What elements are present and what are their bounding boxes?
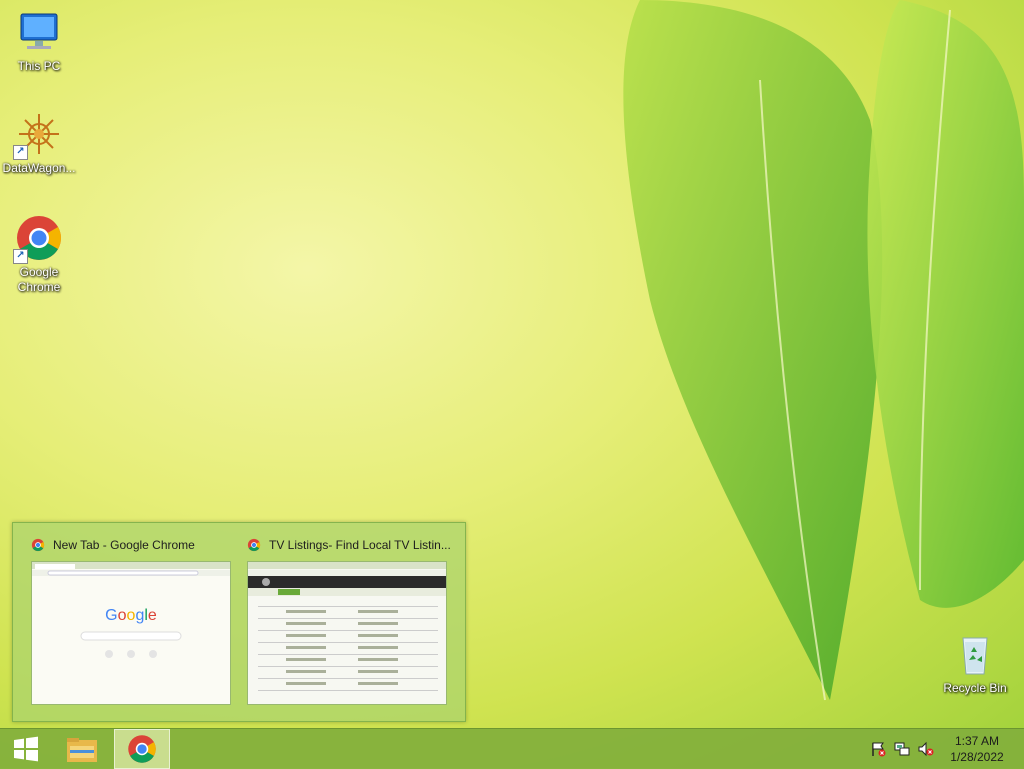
desktop-icon-recycle-bin[interactable]: Recycle Bin [936,630,1014,696]
action-center-flag-icon[interactable] [870,741,886,757]
desktop-icon-label: Google Chrome [17,265,61,294]
start-button[interactable] [0,729,52,769]
taskbar-preview-popup: New Tab - Google Chrome Google TV Listin… [12,522,466,722]
desktop-icon-google-chrome[interactable]: ↗ Google Chrome [0,214,78,295]
computer-icon [15,8,63,56]
desktop-icon-label: DataWagon... [2,161,76,175]
datawagon-logo-icon: ↗ [13,110,63,160]
preview-window-title: TV Listings- Find Local TV Listin... [269,538,451,552]
network-icon[interactable] [894,741,910,757]
folder-icon [67,738,97,762]
clock[interactable]: 1:37 AM 1/28/2022 [938,733,1016,765]
chrome-icon: ↗ [13,214,63,264]
desktop-icon-label: Recycle Bin [943,681,1007,695]
show-desktop-button[interactable] [1016,729,1024,769]
preview-window-tv-listings[interactable]: TV Listings- Find Local TV Listin... [247,535,459,711]
preview-thumbnail [247,561,447,705]
clock-time: 1:37 AM [954,734,1000,748]
preview-window-title: New Tab - Google Chrome [53,538,195,552]
taskbar: 1:37 AM 1/28/2022 [0,728,1024,769]
desktop-icon-label: This PC [17,59,61,73]
shortcut-arrow-icon: ↗ [13,249,28,264]
system-tray: 1:37 AM 1/28/2022 [866,729,1024,769]
preview-window-new-tab[interactable]: New Tab - Google Chrome Google [31,535,243,711]
preview-thumbnail: Google [31,561,231,705]
clock-date: 1/28/2022 [950,750,1004,764]
windows-logo-icon [14,736,38,762]
taskbar-file-explorer[interactable] [56,729,108,769]
desktop-icon-this-pc[interactable]: This PC [0,8,78,74]
shortcut-arrow-icon: ↗ [13,145,28,160]
chrome-icon [31,538,45,552]
svg-text:Google: Google [105,607,157,624]
desktop-icon-datawagon[interactable]: ↗ DataWagon... [0,110,78,176]
recycle-bin-icon [951,630,999,678]
chrome-icon [128,735,156,763]
volume-muted-icon[interactable] [918,741,934,757]
taskbar-chrome[interactable] [114,729,170,769]
chrome-icon [247,538,261,552]
